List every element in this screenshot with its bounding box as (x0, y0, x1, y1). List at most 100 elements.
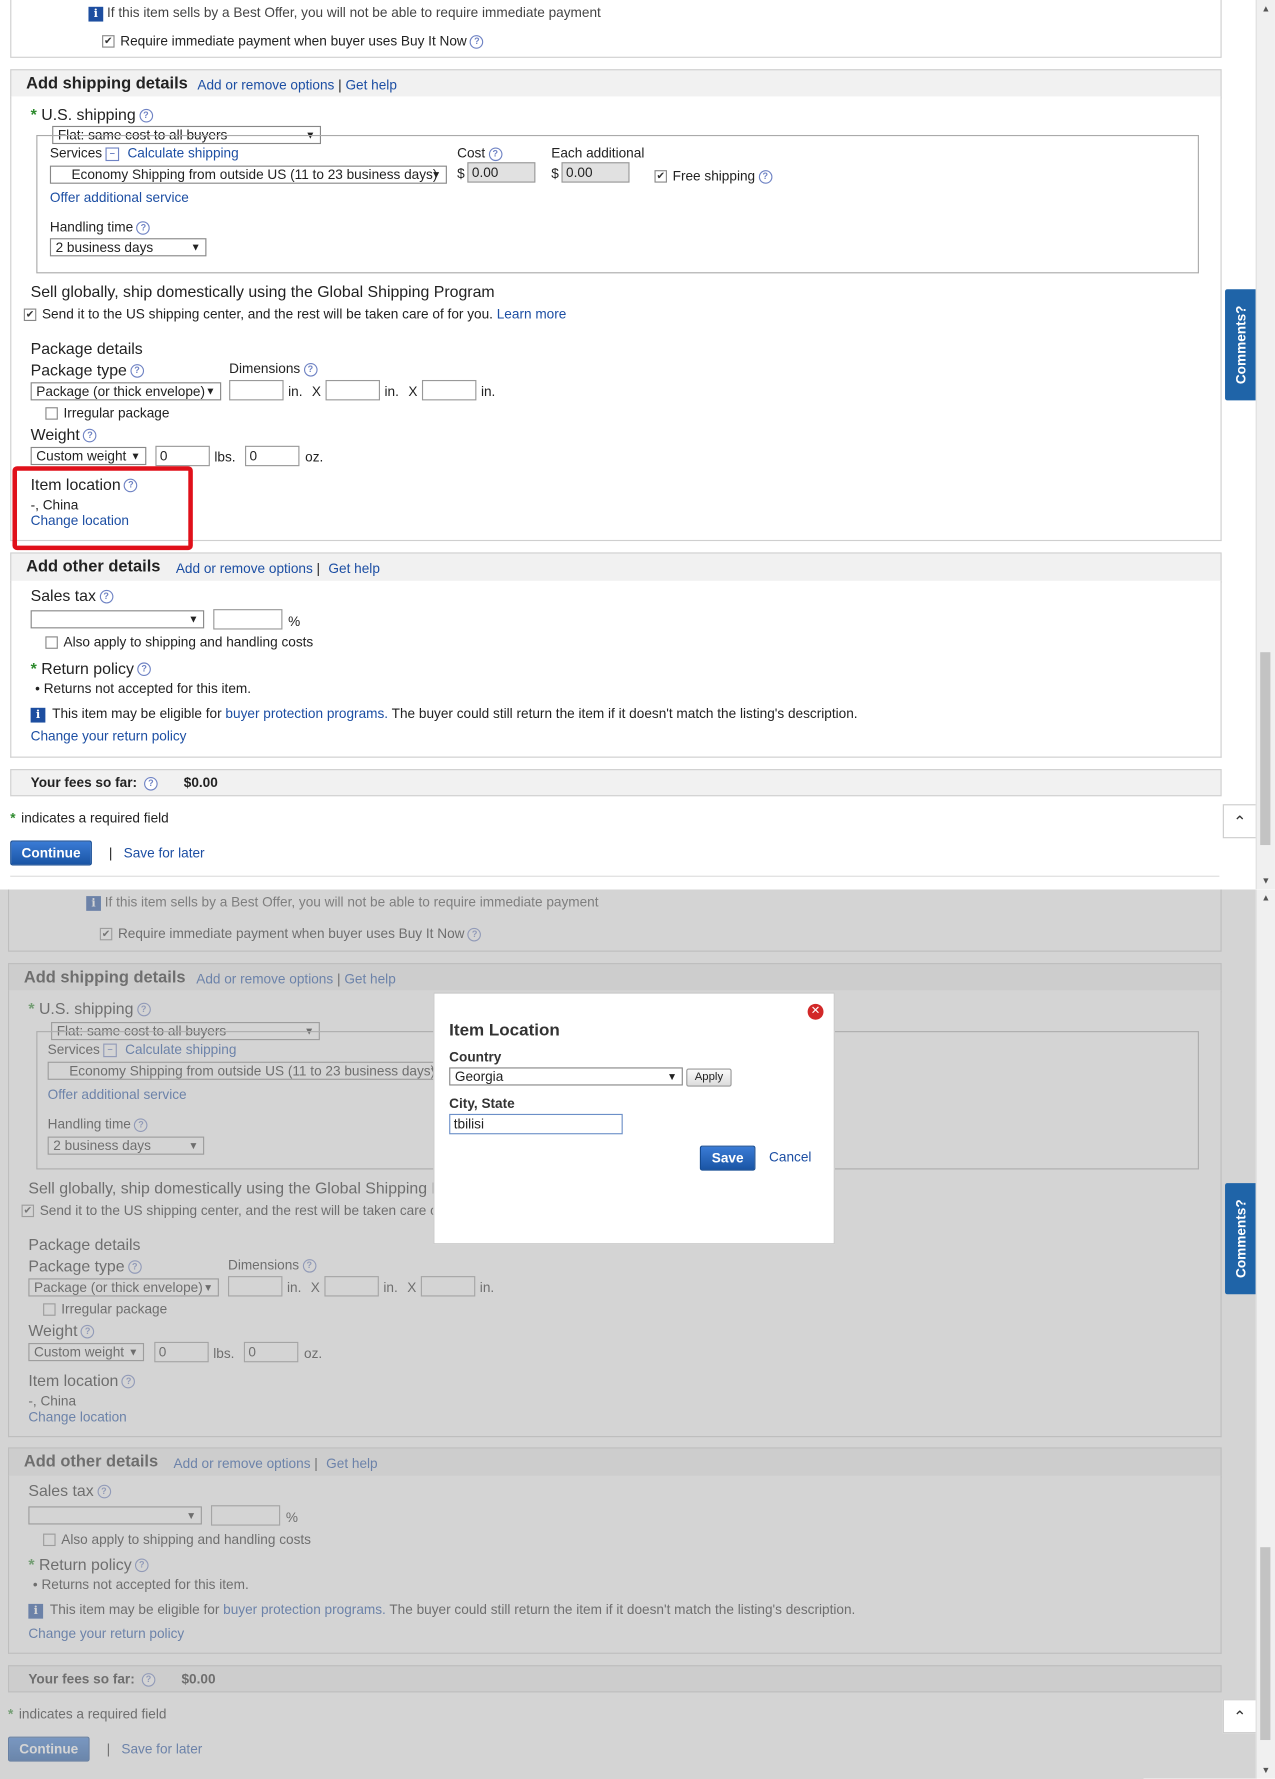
sales-tax-rate-input[interactable] (213, 609, 283, 630)
cost-label: Cost? (457, 145, 503, 161)
scrollbar-thumb[interactable] (1260, 1547, 1271, 1741)
package-type-select[interactable]: Package (or thick envelope) ▼ (30, 382, 222, 401)
help-icon[interactable]: ? (144, 776, 158, 791)
country-label: Country (449, 1049, 502, 1066)
weight-value: Custom weight (36, 448, 127, 464)
shipping-add-remove-link[interactable]: Add or remove options (197, 77, 334, 93)
global-shipping-row[interactable]: ✔ Send it to the US shipping center, and … (23, 306, 567, 322)
package-type-value: Package (or thick envelope) (36, 383, 206, 400)
dimension-height-input[interactable] (421, 379, 477, 401)
scroll-up-icon[interactable]: ▲ (1261, 893, 1270, 903)
change-return-policy-link[interactable]: Change your return policy (31, 728, 187, 744)
times-sign: X (311, 383, 322, 400)
country-value: Georgia (454, 1068, 504, 1085)
other-add-remove-link[interactable]: Add or remove options (176, 560, 313, 576)
us-shipping-label: * U.S. shipping? (31, 105, 153, 124)
services-row: Services − Calculate shipping (50, 145, 239, 161)
cost-input[interactable]: 0.00 (467, 162, 536, 183)
weight-text: Weight (30, 425, 80, 444)
oz-unit: oz. (305, 449, 324, 466)
continue-button[interactable]: Continue (10, 840, 92, 866)
help-icon[interactable]: ? (136, 220, 151, 235)
handling-time-text: Handling time (49, 218, 134, 235)
also-apply-row[interactable]: Also apply to shipping and handling cost… (45, 634, 313, 650)
apply-button[interactable]: Apply (686, 1068, 732, 1087)
help-icon[interactable]: ? (758, 169, 773, 184)
irregular-package-checkbox[interactable] (45, 407, 58, 421)
also-apply-checkbox[interactable] (45, 636, 58, 650)
require-payment-row[interactable]: ✔ Require immediate payment when buyer us… (102, 33, 484, 49)
help-icon[interactable]: ? (139, 109, 153, 123)
close-icon[interactable]: ✕ (807, 1003, 824, 1020)
other-get-help-link[interactable]: Get help (328, 560, 379, 576)
eligible-pre: This item may be eligible for (52, 705, 222, 722)
shipping-title: Add shipping details (26, 74, 188, 94)
sales-tax-label: Sales tax? (31, 586, 113, 605)
item-location-dialog-view: i If this item sells by a Best Offer, yo… (0, 889, 1275, 1779)
service-value: Economy Shipping from outside US (11 to … (71, 166, 438, 183)
calculate-shipping-link[interactable]: Calculate shipping (127, 145, 238, 161)
scroll-up-icon[interactable]: ▲ (1261, 3, 1270, 13)
buyer-protection-note: i This item may be eligible for buyer pro… (30, 705, 858, 723)
caret-icon: ▼ (205, 385, 216, 398)
cancel-link[interactable]: Cancel (769, 1149, 811, 1165)
offer-additional-service-link[interactable]: Offer additional service (50, 189, 189, 205)
handling-time-value: 2 business days (55, 239, 154, 256)
help-icon[interactable]: ? (303, 362, 318, 377)
city-state-input[interactable]: tbilisi (449, 1113, 623, 1135)
help-icon[interactable]: ? (470, 34, 484, 49)
fees-bar: Your fees so far: ? $0.00 (10, 769, 1222, 797)
global-shipping-checkbox[interactable]: ✔ (23, 308, 37, 322)
dimension-length-input[interactable] (229, 379, 284, 401)
require-payment-label: Require immediate payment when buyer use… (120, 32, 467, 49)
scrollbar-thumb[interactable] (1260, 652, 1271, 846)
separator: | (316, 560, 321, 577)
comments-tab[interactable]: Comments? (1225, 289, 1257, 401)
help-icon[interactable]: ? (130, 364, 144, 379)
other-details-body: Sales tax? ▼ % Also apply to shipping an… (10, 580, 1222, 758)
buyer-protection-link[interactable]: buyer protection programs. (225, 706, 388, 722)
help-icon[interactable]: ? (488, 147, 503, 161)
separator: | (338, 77, 342, 94)
help-icon[interactable]: ? (137, 662, 151, 677)
learn-more-link[interactable]: Learn more (497, 306, 567, 322)
weight-select[interactable]: Custom weight ▼ (30, 446, 147, 466)
weight-oz-input[interactable]: 0 (245, 445, 300, 467)
eligible-post: The buyer could still return the item if… (391, 705, 858, 722)
scrollbar[interactable]: ▲ ▼ (1255, 0, 1275, 890)
free-shipping-checkbox[interactable]: ✔ (654, 170, 667, 183)
collapse-icon[interactable]: − (105, 147, 120, 161)
return-policy-text: Return policy (41, 659, 134, 678)
each-additional-input[interactable]: 0.00 (561, 162, 630, 183)
caret-icon: ▼ (130, 450, 141, 462)
scroll-down-icon[interactable]: ▼ (1261, 876, 1270, 886)
dimension-width-input[interactable] (325, 379, 380, 401)
help-icon[interactable]: ? (99, 590, 113, 604)
scrollbar[interactable]: ▲ ▼ (1255, 889, 1275, 1779)
help-icon[interactable]: ? (83, 429, 97, 443)
service-select[interactable]: Economy Shipping from outside US (11 to … (49, 165, 447, 184)
require-payment-checkbox[interactable]: ✔ (102, 35, 115, 49)
comments-tab[interactable]: Comments? (1225, 1183, 1257, 1295)
irregular-package-row[interactable]: Irregular package (45, 405, 169, 421)
save-button[interactable]: Save (699, 1145, 756, 1171)
item-location-dialog: ✕ Item Location Country Georgia ▼ Apply C… (433, 992, 835, 1245)
back-to-top-button[interactable]: ⌃ (1222, 1699, 1257, 1734)
shipping-get-help-link[interactable]: Get help (345, 77, 396, 93)
return-policy-label: * Return policy? (31, 659, 151, 677)
sales-tax-state-select[interactable]: ▼ (30, 610, 205, 629)
required-note-text: indicates a required field (21, 809, 169, 826)
country-select[interactable]: Georgia ▼ (449, 1067, 683, 1086)
services-label: Services (49, 145, 103, 162)
comments-label: Comments? (1232, 305, 1249, 385)
other-details-title: Add other details (26, 558, 161, 577)
save-for-later-link[interactable]: Save for later (124, 845, 205, 861)
free-shipping-row[interactable]: ✔ Free shipping? (654, 168, 773, 184)
also-apply-label: Also apply to shipping and handling cost… (63, 634, 314, 650)
scroll-down-icon[interactable]: ▼ (1261, 1765, 1270, 1775)
handling-time-select[interactable]: 2 business days ▼ (49, 238, 207, 257)
back-to-top-button[interactable]: ⌃ (1222, 804, 1257, 839)
weight-lbs-input[interactable]: 0 (155, 445, 210, 467)
unit-in: in. (480, 383, 496, 400)
percent-sign: % (288, 613, 301, 630)
